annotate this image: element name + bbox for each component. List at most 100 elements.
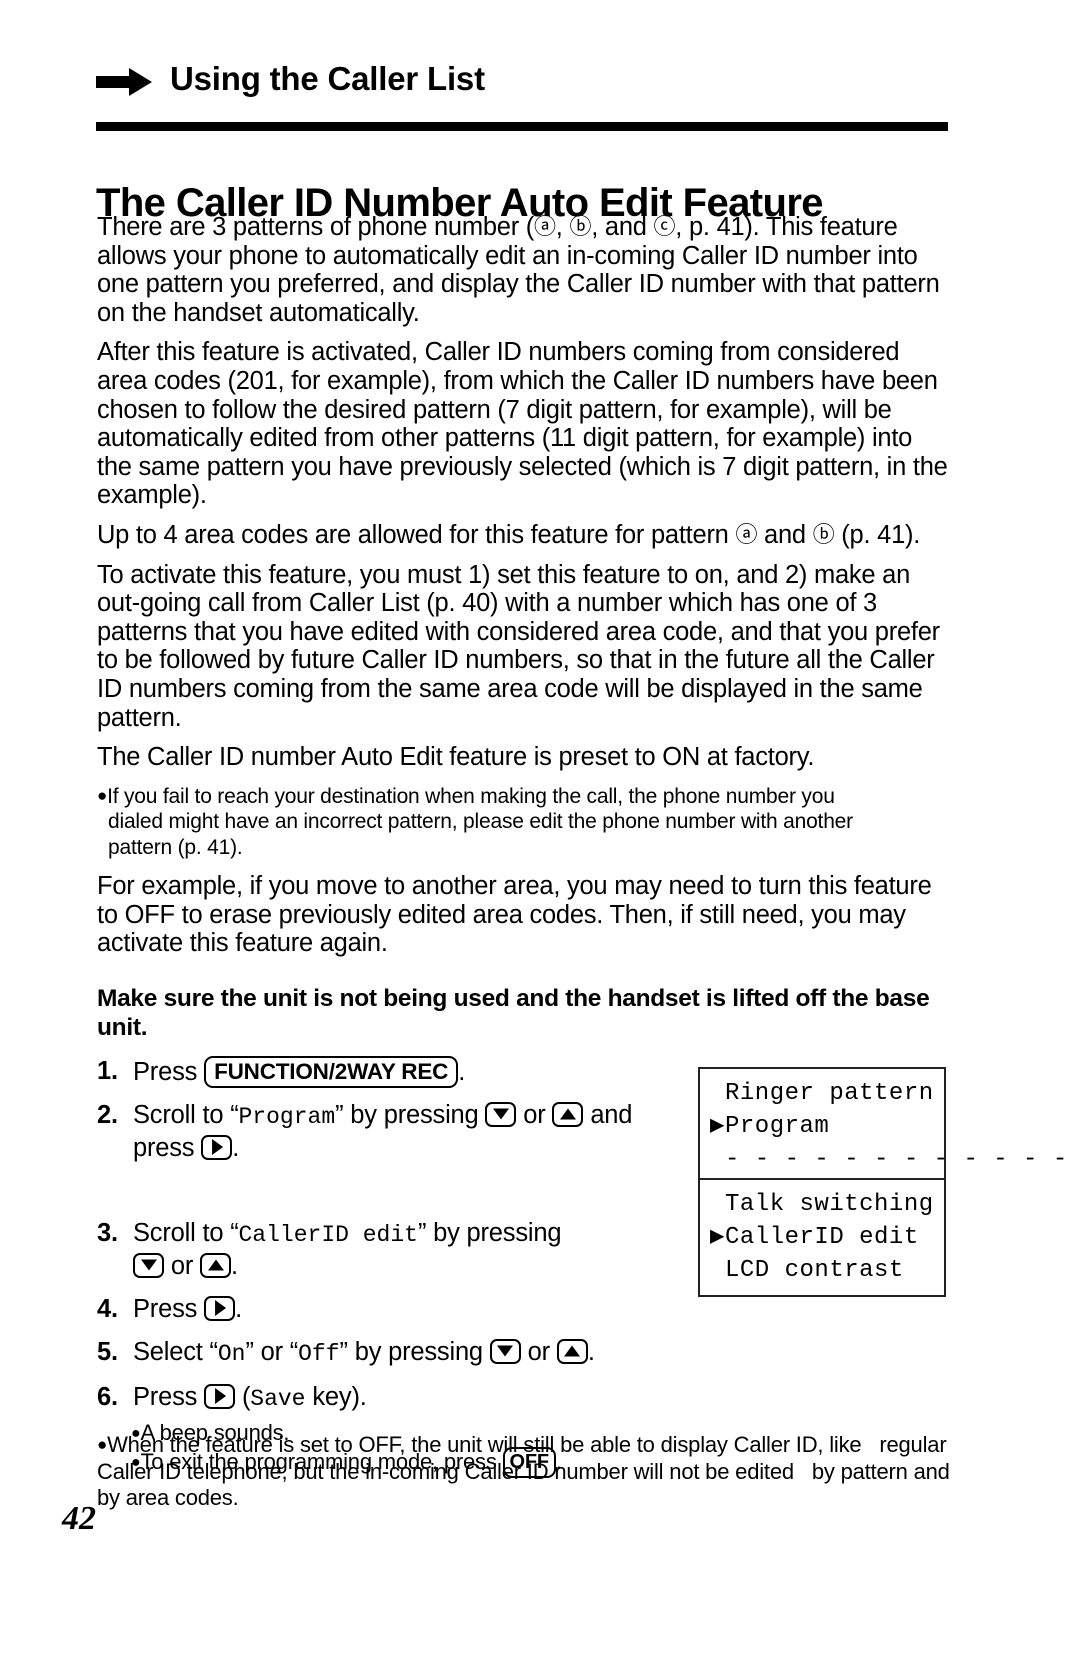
right-arrow-icon [96, 67, 152, 97]
lcd1-caret-3 [710, 1143, 725, 1176]
step-5-mid3: or [520, 1337, 557, 1366]
step-5-body: Select “On” or “Off” by pressing or . [133, 1337, 949, 1370]
lcd1-text-3: - - - - - - - - - - - - - [725, 1146, 1080, 1173]
selection-caret-icon: ▶ [710, 1113, 725, 1140]
p3-text-b: and [757, 520, 813, 549]
lcd2-caret-1 [710, 1188, 725, 1221]
step-2-mid2: or [516, 1100, 553, 1129]
lcd-callerid-edit-menu: Talk switching ▶CallerID edit LCD contra… [698, 1178, 946, 1297]
right-arrow-key[interactable] [201, 1134, 233, 1160]
step-3-mid: ” by pressing [417, 1218, 562, 1247]
running-header-title: Using the Caller List [170, 60, 485, 97]
manual-page: Using the Caller List The Caller ID Numb… [0, 0, 1080, 1669]
step-6-mid: ( [235, 1382, 251, 1411]
function-2way-rec-key[interactable]: FUNCTION/2WAY REC [204, 1055, 459, 1088]
lcd1-line-3: - - - - - - - - - - - - - [700, 1143, 1067, 1176]
right-arrow-key-3[interactable] [204, 1383, 236, 1409]
lcd2-line-3: LCD contrast [700, 1254, 944, 1287]
step-5-number: 5. [97, 1337, 118, 1366]
p3-text-c: (p. 41). [834, 520, 921, 549]
up-arrow-key-3[interactable] [556, 1338, 588, 1364]
lcd1-line-1: Ringer pattern [700, 1077, 944, 1110]
step-1-post: . [458, 1057, 466, 1086]
step-2-mid3: and [583, 1100, 633, 1129]
lcd2-text-1: Talk switching [725, 1191, 934, 1218]
step-4-pre: Press [133, 1294, 205, 1323]
note-line-1-text: If you fail to reach your destination wh… [107, 784, 835, 808]
lcd1-line-2: ▶Program [700, 1110, 944, 1143]
note-line-1: ●If you fail to reach your destination w… [97, 783, 949, 810]
running-header: Using the Caller List [96, 60, 948, 97]
step-5-post: . [587, 1337, 595, 1366]
final-note-line-1-text: When the feature is set to OFF, the unit… [107, 1432, 862, 1457]
step-2-mid: ” by pressing [335, 1100, 486, 1129]
selection-caret-icon-2: ▶ [710, 1224, 725, 1251]
step-4-post: . [235, 1294, 242, 1323]
lcd2-text-2: CallerID edit [725, 1224, 919, 1251]
step-5: 5. Select “On” or “Off” by pressing or . [97, 1337, 949, 1370]
lcd2-text-3: LCD contrast [725, 1257, 904, 1284]
circled-b-icon-2: ⓑ [812, 521, 835, 547]
up-arrow-key[interactable] [552, 1101, 584, 1127]
step-2-menu-label: Program [238, 1103, 336, 1130]
step-5-option-off: Off [298, 1340, 340, 1367]
note-line-3: pattern (p. 41). [108, 835, 243, 859]
bullet-icon: ● [97, 785, 108, 805]
down-arrow-key[interactable] [485, 1101, 517, 1127]
paragraph-3: Up to 4 area codes are allowed for this … [97, 521, 949, 550]
header-rule [96, 122, 948, 131]
step-5-option-on: On [217, 1340, 246, 1367]
right-arrow-key-2[interactable] [204, 1295, 236, 1321]
paragraph-6: For example, if you move to another area… [97, 872, 932, 958]
step-3-line2-mid: or [164, 1251, 201, 1280]
step-6: 6. Press (Save key). [97, 1382, 949, 1415]
lcd1-caret-1 [710, 1077, 725, 1110]
step-3-post: . [231, 1251, 238, 1280]
bullet-icon-4: ● [97, 1435, 108, 1454]
lcd-program-menu: Ringer pattern ▶Program - - - - - - - - … [698, 1067, 1067, 1186]
step-6-save-label: Save [250, 1385, 306, 1412]
step-3-menu-label: CallerID edit [238, 1221, 418, 1248]
prerequisite-note: Make sure the unit is not being used and… [97, 984, 930, 1041]
step-3-number: 3. [97, 1218, 118, 1247]
down-arrow-key-3[interactable] [489, 1338, 521, 1364]
p1-text-c: , and [591, 213, 654, 241]
p3-text-a: Up to 4 area codes are allowed for this … [97, 520, 736, 549]
p1-text-b: , [555, 213, 570, 241]
step-2-pre: Scroll to “ [133, 1100, 239, 1129]
step-2-number: 2. [97, 1100, 118, 1129]
note-incorrect-pattern: ●If you fail to reach your destination w… [97, 783, 949, 861]
step-1-number: 1. [97, 1056, 118, 1085]
circled-b-icon: ⓑ [569, 214, 592, 239]
step-6-body: Press (Save key). [133, 1382, 949, 1415]
p1-text-a: There are 3 patterns of phone number ( [97, 213, 535, 241]
lcd1-text-2: Program [725, 1113, 830, 1140]
paragraph-1: There are 3 patterns of phone number (ⓐ,… [97, 213, 949, 327]
note-line-2: dialed might have an incorrect pattern, … [108, 810, 853, 834]
up-arrow-key-2[interactable] [200, 1252, 232, 1278]
final-note: ●When the feature is set to OFF, the uni… [97, 1432, 952, 1512]
lcd1-text-1: Ringer pattern [725, 1080, 934, 1107]
step-3-pre: Scroll to “ [133, 1218, 239, 1247]
page-number: 42 [62, 1500, 96, 1537]
circled-a-icon: ⓐ [534, 214, 556, 239]
down-arrow-key-2[interactable] [133, 1252, 164, 1278]
step-5-pre: Select “ [133, 1337, 218, 1366]
step-4-number: 4. [97, 1294, 118, 1323]
step-4-body: Press . [133, 1294, 949, 1325]
step-2-post: . [232, 1133, 240, 1162]
step-1-pre: Press [133, 1057, 205, 1086]
paragraph-5: The Caller ID number Auto Edit feature i… [97, 743, 815, 772]
step-5-mid1: ” or “ [245, 1337, 299, 1366]
circled-c-icon: ⓒ [653, 214, 676, 239]
paragraph-2: After this feature is activated, Caller … [97, 338, 948, 510]
step-5-mid2: ” by pressing [339, 1337, 490, 1366]
step-6-pre: Press [133, 1382, 205, 1411]
lcd2-line-1: Talk switching [700, 1188, 944, 1221]
step-4: 4. Press . [97, 1294, 949, 1325]
lcd2-line-2: ▶CallerID edit [700, 1221, 944, 1254]
step-6-post: key). [305, 1382, 367, 1411]
step-2-line2-pre: press [133, 1133, 202, 1162]
lcd2-caret-3 [710, 1254, 725, 1287]
step-6-number: 6. [97, 1382, 118, 1411]
